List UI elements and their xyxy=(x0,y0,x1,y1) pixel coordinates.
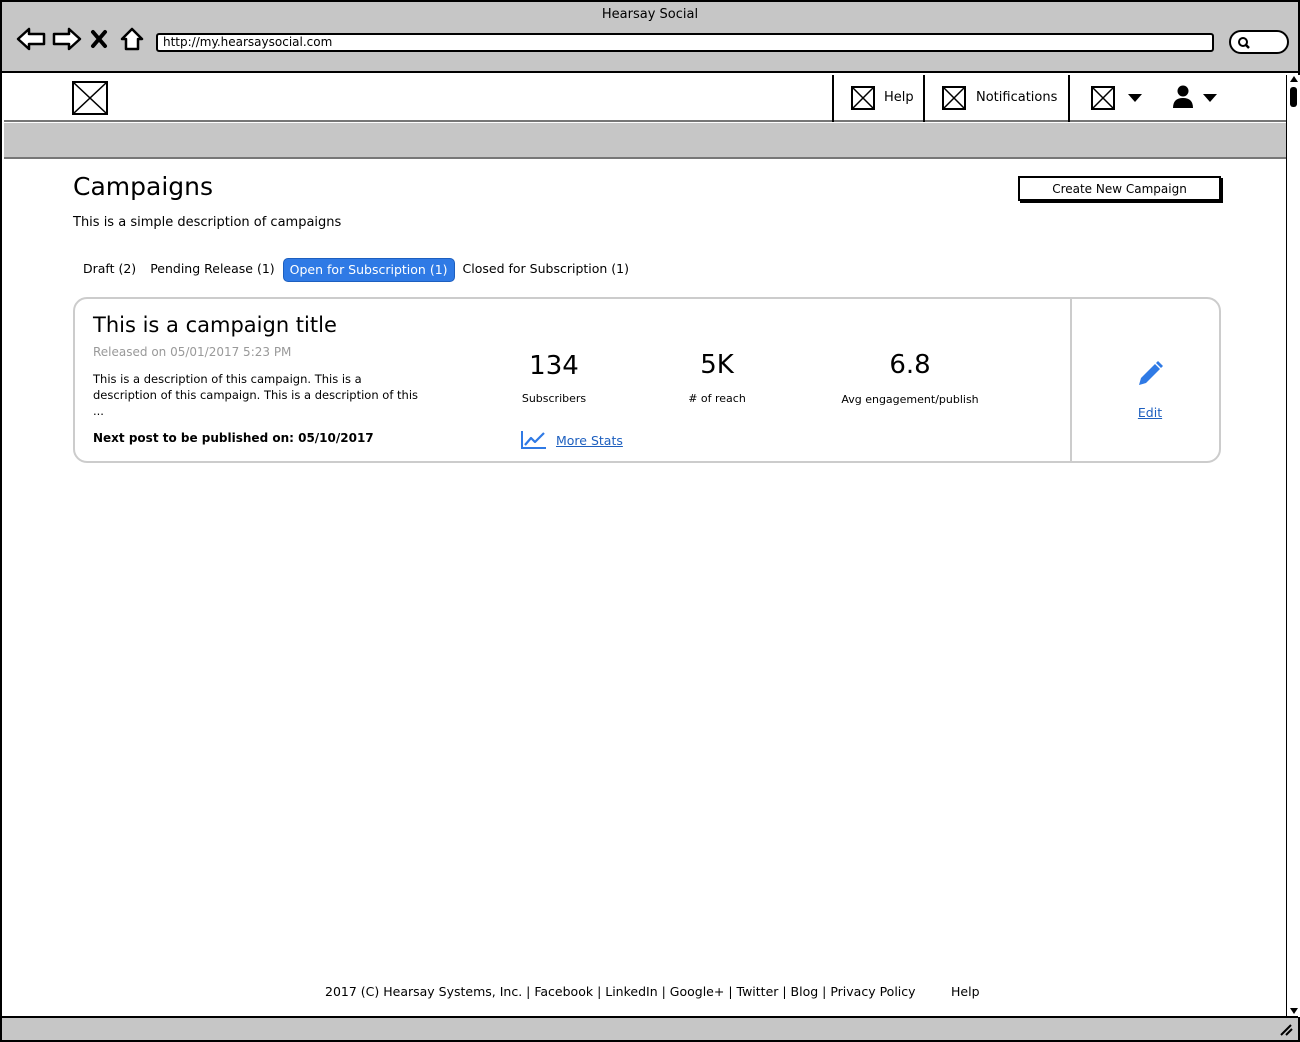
campaign-released-date: Released on 05/01/2017 5:23 PM xyxy=(93,345,292,359)
browser-chrome: Hearsay Social http://my.hearsaysocial.c… xyxy=(2,2,1298,73)
sub-navigation-bar xyxy=(4,123,1286,159)
resize-grip-icon[interactable] xyxy=(1278,1022,1294,1036)
campaign-title: This is a campaign title xyxy=(93,313,337,337)
trend-chart-icon xyxy=(521,431,546,449)
forward-arrow-icon[interactable] xyxy=(52,26,82,52)
footer-links[interactable]: 2017 (C) Hearsay Systems, Inc. | Faceboo… xyxy=(325,984,916,999)
tab-closed-for-subscription[interactable]: Closed for Subscription (1) xyxy=(457,258,635,282)
back-arrow-icon[interactable] xyxy=(16,26,46,52)
search-icon xyxy=(1238,37,1250,49)
stat-subscribers-value: 134 xyxy=(529,351,579,381)
tab-pending-release[interactable]: Pending Release (1) xyxy=(144,258,280,282)
help-nav-label: Help xyxy=(884,90,914,105)
stat-reach-value: 5K xyxy=(700,350,734,380)
close-x-icon[interactable] xyxy=(88,26,110,52)
user-icon xyxy=(1173,85,1193,108)
notifications-placeholder-icon xyxy=(942,86,966,110)
stat-reach-label: # of reach xyxy=(688,392,746,405)
scrollbar-thumb[interactable] xyxy=(1290,87,1297,107)
stat-engagement-value: 6.8 xyxy=(889,350,931,380)
campaign-status-tabs: Draft (2) Pending Release (1) Open for S… xyxy=(77,258,637,282)
scroll-down-arrow-icon[interactable] xyxy=(1289,1007,1299,1015)
apps-placeholder-icon xyxy=(1091,86,1115,110)
url-bar[interactable]: http://my.hearsaysocial.com xyxy=(156,33,1214,52)
campaign-card: This is a campaign title Released on 05/… xyxy=(73,297,1221,463)
vertical-scrollbar[interactable] xyxy=(1286,75,1300,1017)
pencil-icon[interactable] xyxy=(1135,359,1165,389)
bottom-status-bar xyxy=(2,1016,1298,1040)
tab-open-for-subscription[interactable]: Open for Subscription (1) xyxy=(282,258,455,282)
page-description: This is a simple description of campaign… xyxy=(73,215,342,230)
notifications-nav-label: Notifications xyxy=(976,90,1058,105)
stat-subscribers-label: Subscribers xyxy=(521,392,587,405)
create-new-campaign-button[interactable]: Create New Campaign xyxy=(1018,176,1221,201)
more-stats-link-group[interactable]: More Stats xyxy=(521,430,623,450)
stat-engagement-label: Avg engagement/publish xyxy=(841,393,979,406)
caret-down-icon xyxy=(1128,94,1142,102)
campaign-next-post: Next post to be published on: 05/10/2017 xyxy=(93,431,374,445)
logo-placeholder-icon[interactable] xyxy=(72,81,108,115)
nav-divider xyxy=(832,75,834,122)
tab-draft[interactable]: Draft (2) xyxy=(77,258,142,282)
card-divider xyxy=(1070,299,1072,461)
footer-help-link[interactable]: Help xyxy=(951,984,980,999)
nav-divider xyxy=(923,75,925,122)
help-placeholder-icon xyxy=(851,86,875,110)
browser-window: Hearsay Social http://my.hearsaysocial.c… xyxy=(0,0,1300,1042)
edit-campaign-link[interactable]: Edit xyxy=(1115,405,1185,420)
window-title: Hearsay Social xyxy=(601,7,699,22)
scroll-up-arrow-icon[interactable] xyxy=(1289,75,1299,83)
caret-down-icon xyxy=(1203,94,1217,102)
nav-divider xyxy=(1068,75,1070,122)
more-stats-link[interactable]: More Stats xyxy=(556,433,623,448)
home-icon[interactable] xyxy=(117,26,147,52)
page-title: Campaigns xyxy=(73,172,214,201)
campaign-description: This is a description of this campaign. … xyxy=(93,372,419,418)
app-header: Help Notifications xyxy=(4,75,1286,122)
edit-campaign-action[interactable]: Edit xyxy=(1115,359,1185,420)
browser-search-field[interactable] xyxy=(1229,30,1289,54)
